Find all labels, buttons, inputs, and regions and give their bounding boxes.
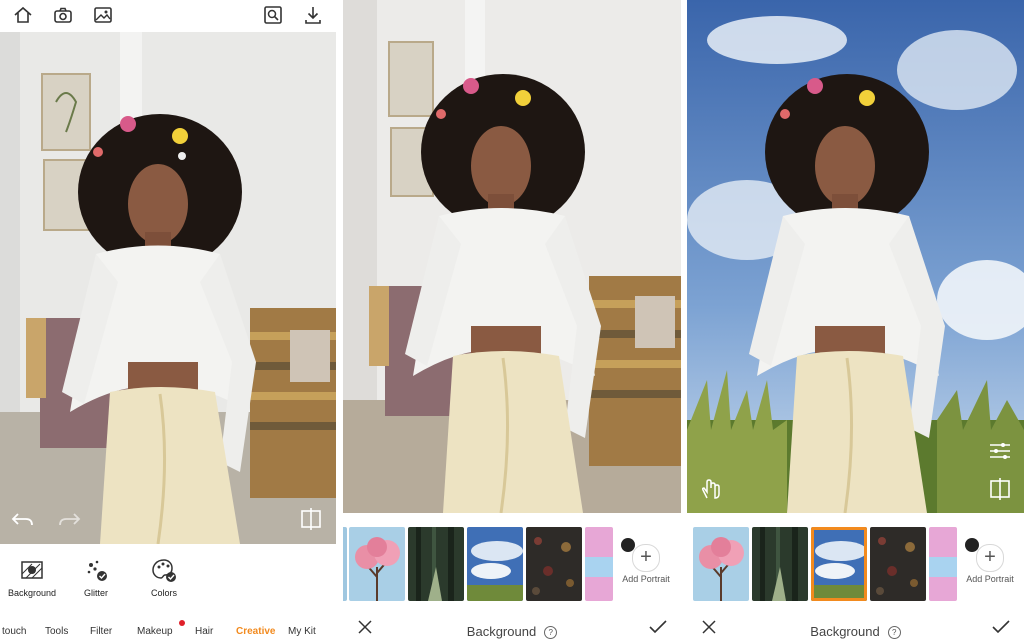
bottom-title: Background? xyxy=(687,624,1024,639)
home-icon[interactable] xyxy=(12,4,34,26)
photo-canvas[interactable] xyxy=(0,32,336,544)
confirm-icon[interactable] xyxy=(649,619,667,635)
bottom-action-bar: Background? xyxy=(343,614,681,642)
editor-panel-main: Background Glitter Colors touch Tools Fi… xyxy=(0,0,336,642)
colors-tool-label: Colors xyxy=(150,588,177,598)
background-thumb-dark-floral[interactable] xyxy=(526,527,582,601)
search-image-icon[interactable] xyxy=(262,4,284,26)
background-thumb-pastel[interactable] xyxy=(929,527,957,601)
background-thumbnails xyxy=(687,527,957,602)
compare-icon[interactable] xyxy=(298,506,324,532)
background-panel-original: + Add Portrait Background? xyxy=(343,0,681,642)
background-thumb-blossom[interactable] xyxy=(693,527,749,601)
glitter-tool[interactable]: Glitter xyxy=(64,556,128,598)
bottom-title-text: Background xyxy=(466,624,537,639)
download-icon[interactable] xyxy=(302,4,324,26)
adjust-sliders-icon[interactable] xyxy=(987,438,1013,464)
background-thumb-forest[interactable] xyxy=(752,527,808,601)
add-portrait-label: Add Portrait xyxy=(622,574,670,584)
background-tool-label: Background xyxy=(7,588,57,598)
nav-makeup[interactable]: Makeup xyxy=(137,626,173,637)
background-thumb-forest[interactable] xyxy=(408,527,464,601)
portrait-photo-sky-background xyxy=(687,0,1024,513)
background-thumb-sky-selected[interactable] xyxy=(811,527,867,601)
nav-my-kit[interactable]: My Kit xyxy=(288,626,316,637)
plus-icon: + xyxy=(640,546,652,568)
add-portrait-label: Add Portrait xyxy=(966,574,1014,584)
nav-creative[interactable]: Creative xyxy=(236,626,275,637)
add-portrait-button[interactable]: + Add Portrait xyxy=(613,534,679,600)
compare-icon[interactable] xyxy=(987,476,1013,502)
colors-icon xyxy=(152,559,176,582)
nav-retouch[interactable]: touch xyxy=(2,626,26,637)
notification-badge xyxy=(179,620,185,626)
bottom-title: Background? xyxy=(343,624,681,639)
bottom-action-bar: Background? xyxy=(687,614,1024,642)
portrait-photo xyxy=(0,32,336,544)
background-thumb-blossom[interactable] xyxy=(349,527,405,601)
photo-canvas[interactable] xyxy=(687,0,1024,513)
hand-gesture-icon[interactable] xyxy=(699,476,725,502)
background-thumb-pastel[interactable] xyxy=(585,527,613,601)
nav-tools[interactable]: Tools xyxy=(45,626,68,637)
bottom-title-text: Background xyxy=(810,624,880,639)
help-icon[interactable]: ? xyxy=(544,626,558,639)
glitter-tool-label: Glitter xyxy=(83,588,108,598)
nav-hair[interactable]: Hair xyxy=(195,626,213,637)
creative-tools-row: Background Glitter Colors xyxy=(0,556,336,606)
background-thumb-dark-floral[interactable] xyxy=(870,527,926,601)
plus-icon: + xyxy=(984,546,996,568)
nav-filter[interactable]: Filter xyxy=(90,626,112,637)
help-icon[interactable]: ? xyxy=(887,626,901,639)
top-toolbar xyxy=(0,0,336,32)
background-panel-sky: + Add Portrait Background? xyxy=(687,0,1024,642)
background-icon xyxy=(21,561,43,579)
glitter-icon xyxy=(87,560,107,581)
redo-icon[interactable] xyxy=(56,506,82,532)
photo-canvas[interactable] xyxy=(343,0,681,513)
confirm-icon[interactable] xyxy=(992,619,1010,635)
background-tool[interactable]: Background xyxy=(0,556,64,598)
background-thumb-sky[interactable] xyxy=(467,527,523,601)
colors-tool[interactable]: Colors xyxy=(132,556,196,598)
background-thumbnails xyxy=(343,527,613,602)
add-portrait-button[interactable]: + Add Portrait xyxy=(957,534,1023,600)
background-thumb-partial[interactable] xyxy=(343,527,347,601)
portrait-photo xyxy=(343,0,681,513)
camera-icon[interactable] xyxy=(52,4,74,26)
gallery-icon[interactable] xyxy=(92,4,114,26)
undo-icon[interactable] xyxy=(10,506,36,532)
category-nav: touch Tools Filter Makeup Hair Creative … xyxy=(0,620,336,642)
